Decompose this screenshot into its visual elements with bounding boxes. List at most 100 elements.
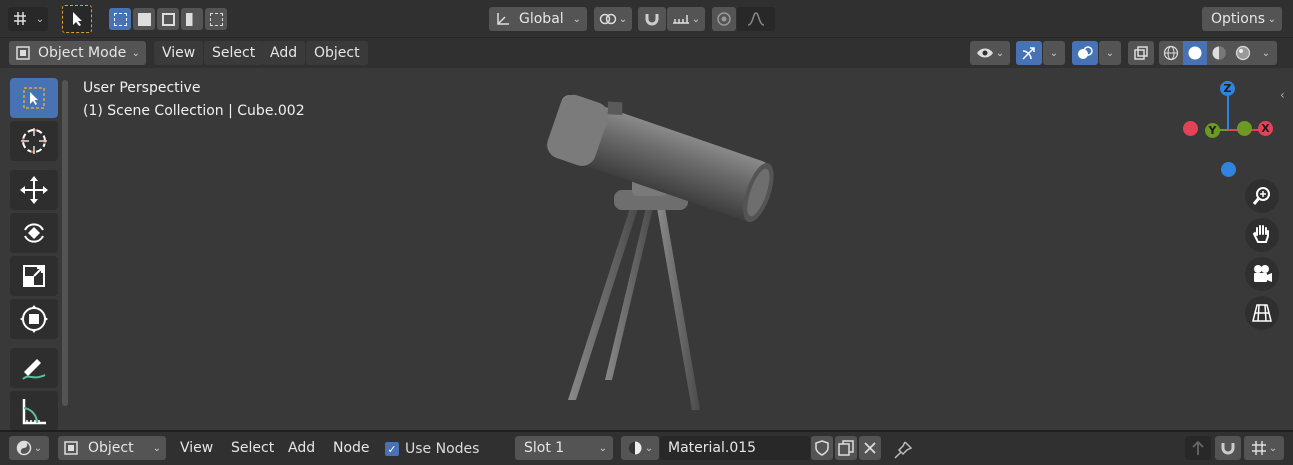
select-extend-button[interactable]	[133, 8, 155, 30]
slot-label: Slot 1	[524, 440, 565, 456]
close-icon	[864, 442, 876, 454]
chevron-down-icon: ⌄	[572, 13, 581, 25]
zoom-button[interactable]	[1245, 179, 1279, 213]
overlays-icon	[1077, 45, 1093, 61]
xray-icon	[1133, 45, 1149, 61]
shader-editor-icon	[16, 440, 32, 456]
chevron-down-icon: ⌄	[33, 442, 43, 454]
xray-toggle[interactable]	[1128, 41, 1154, 65]
menu-view[interactable]: View	[172, 436, 221, 460]
overlays-dropdown[interactable]: ⌄	[1099, 41, 1121, 65]
pan-button[interactable]	[1245, 218, 1279, 252]
telescope-model[interactable]	[0, 68, 1293, 430]
unlink-material-button[interactable]	[859, 436, 881, 460]
menu-add[interactable]: Add	[280, 436, 323, 460]
overlays-toggle[interactable]	[1072, 41, 1098, 65]
pivot-point-dropdown[interactable]: ⌄	[594, 7, 632, 31]
slot-dropdown[interactable]: Slot 1 ⌄	[515, 436, 613, 460]
node-snap-toggle[interactable]	[1215, 436, 1241, 460]
shading-material-button[interactable]	[1207, 41, 1231, 65]
shield-icon	[815, 440, 829, 456]
zoom-magnifier-icon	[1252, 186, 1272, 206]
tool-settings-bar: ⌄ Global ⌄ ⌄ ⌄ Options ⌄	[0, 0, 1293, 38]
shading-wireframe-button[interactable]	[1159, 41, 1183, 65]
cursor-arrow-icon	[70, 11, 84, 27]
chevron-down-icon: ⌄	[1105, 47, 1115, 59]
snapping-tool-button[interactable]: ⌄	[8, 7, 48, 31]
object-mode-icon	[63, 440, 79, 456]
gizmo-x-axis[interactable]: X	[1258, 121, 1273, 136]
proportional-editing-toggle[interactable]	[712, 7, 736, 31]
material-name-field[interactable]: Material.015	[660, 436, 810, 460]
falloff-curve-icon	[747, 12, 765, 26]
browse-material-button[interactable]: ⌄	[621, 436, 659, 460]
wireframe-sphere-icon	[1163, 45, 1179, 61]
shading-rendered-button[interactable]	[1231, 41, 1255, 65]
gizmo-neg-x-axis[interactable]	[1183, 121, 1198, 136]
shader-type-label: Object	[88, 440, 134, 456]
chevron-down-icon: ⌄	[644, 442, 654, 454]
sidebar-expand-icon[interactable]: ‹	[1280, 88, 1285, 102]
chevron-down-icon: ⌄	[152, 442, 161, 454]
shading-dropdown[interactable]: ⌄	[1255, 41, 1277, 65]
select-tool-indicator[interactable]	[62, 5, 92, 33]
select-invert-button[interactable]	[181, 8, 203, 30]
grid-tool-icon	[12, 11, 30, 27]
pin-icon[interactable]	[893, 440, 913, 464]
3d-viewport[interactable]: User Perspective (1) Scene Collection | …	[0, 68, 1293, 430]
node-snap-target-dropdown[interactable]: ⌄	[1244, 436, 1284, 460]
gizmo-dropdown[interactable]: ⌄	[1043, 41, 1065, 65]
chevron-down-icon: ⌄	[131, 47, 140, 59]
gizmo-z-axis[interactable]: Z	[1220, 81, 1235, 96]
chevron-down-icon: ⌄	[691, 13, 701, 25]
chevron-down-icon: ⌄	[35, 13, 45, 25]
camera-view-button[interactable]	[1245, 257, 1279, 291]
menu-object[interactable]: Object	[306, 41, 368, 65]
visibility-dropdown[interactable]: ⌄	[970, 41, 1010, 65]
shading-mode-group: ⌄	[1159, 41, 1277, 65]
snap-target-dropdown[interactable]: ⌄	[667, 7, 705, 31]
extend-select-icon	[137, 12, 151, 26]
viewport-header: Object Mode ⌄ View Select Add Object ⌄ ⌄…	[0, 38, 1293, 68]
shader-type-dropdown[interactable]: Object ⌄	[58, 436, 166, 460]
shading-solid-button[interactable]	[1183, 41, 1207, 65]
grid-perspective-icon	[1252, 303, 1272, 323]
transform-orientation-label: Global	[519, 11, 564, 27]
menu-select[interactable]: Select	[223, 436, 282, 460]
material-sphere-icon	[627, 440, 643, 456]
fake-user-button[interactable]	[811, 436, 833, 460]
select-subtract-button[interactable]	[157, 8, 179, 30]
gizmo-toggle[interactable]	[1016, 41, 1042, 65]
gizmo-neg-z-axis[interactable]	[1221, 162, 1236, 177]
perspective-toggle-button[interactable]	[1245, 296, 1279, 330]
transform-orientation-dropdown[interactable]: Global ⌄	[489, 7, 587, 31]
use-nodes-toggle[interactable]: ✓ Use Nodes	[385, 441, 479, 457]
gizmo-y-axis[interactable]: Y	[1205, 123, 1220, 138]
selection-mode-group	[109, 8, 227, 30]
box-select-icon	[113, 12, 127, 26]
menu-add[interactable]: Add	[262, 41, 306, 65]
menu-view[interactable]: View	[154, 41, 204, 65]
mode-label: Object Mode	[38, 45, 127, 61]
pivot-point-icon	[599, 12, 617, 26]
select-intersect-button[interactable]	[205, 8, 227, 30]
mode-dropdown[interactable]: Object Mode ⌄	[9, 41, 146, 65]
editor-type-dropdown[interactable]: ⌄	[9, 436, 49, 460]
parent-node-tree-button[interactable]	[1185, 436, 1211, 460]
subtract-select-icon	[161, 12, 175, 26]
chevron-down-icon: ⌄	[618, 13, 628, 25]
options-dropdown[interactable]: Options ⌄	[1202, 7, 1282, 31]
invert-select-icon	[185, 12, 199, 26]
menu-node[interactable]: Node	[325, 436, 378, 460]
chevron-down-icon: ⌄	[1261, 47, 1271, 59]
arrow-up-icon	[1191, 440, 1205, 456]
menu-select[interactable]: Select	[204, 41, 264, 65]
shader-editor-header: ⌄ Object ⌄ View Select Add Node ✓ Use No…	[0, 430, 1293, 465]
chevron-down-icon: ⌄	[1268, 442, 1278, 454]
select-new-button[interactable]	[109, 8, 131, 30]
snap-toggle[interactable]	[638, 7, 666, 31]
use-nodes-checkbox[interactable]: ✓	[385, 442, 399, 456]
gizmo-neg-y-axis[interactable]	[1237, 121, 1252, 136]
falloff-dropdown[interactable]	[737, 7, 775, 31]
duplicate-material-button[interactable]	[835, 436, 857, 460]
